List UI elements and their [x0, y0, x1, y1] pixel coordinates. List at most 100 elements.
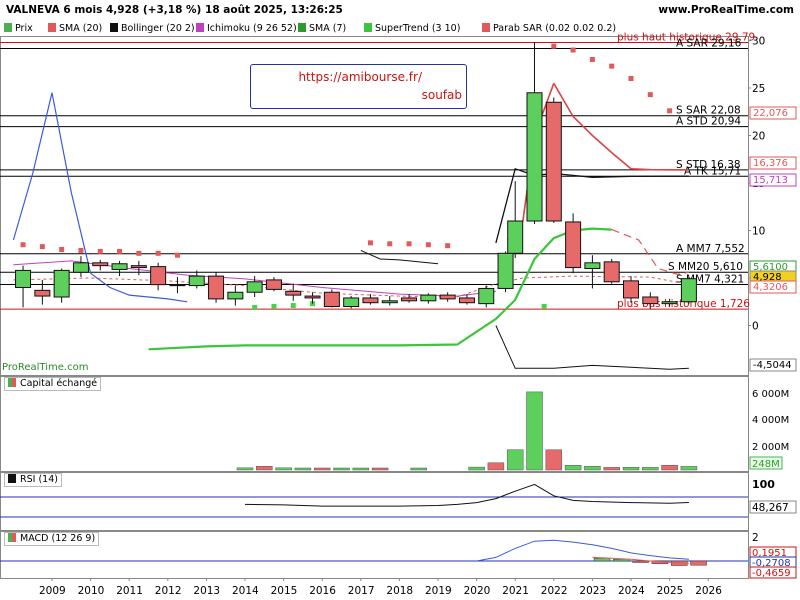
- volume-bar: [526, 391, 543, 471]
- x-tick-label: 2014: [232, 585, 259, 597]
- sar-dot: [252, 304, 258, 310]
- candle-body: [53, 269, 70, 298]
- candle-body: [661, 301, 678, 305]
- x-tick-label: 2011: [116, 585, 143, 597]
- candle-body: [188, 275, 205, 287]
- candle-body: [304, 295, 321, 299]
- sar-dot: [367, 240, 373, 246]
- x-tick-label: 2016: [309, 585, 336, 597]
- rsi-last-label: 48,267: [752, 502, 789, 514]
- volume-y-tick: 4 000M: [752, 415, 789, 426]
- value-label: -4,5044: [753, 360, 792, 371]
- value-label: 4,3206: [753, 282, 788, 293]
- sar-dot: [59, 247, 65, 252]
- volume-bar: [642, 467, 659, 471]
- rsi-y-tick: 100: [752, 478, 775, 491]
- candle-body: [603, 261, 620, 283]
- volume-bar: [622, 467, 640, 471]
- candle-body: [150, 266, 167, 286]
- annotation-box: https://amibourse.fr/ soufab: [250, 64, 467, 109]
- x-tick-label: 2021: [502, 585, 529, 597]
- price-y-tick: 25: [752, 83, 765, 95]
- candle-body: [584, 262, 601, 269]
- price-y-tick: 20: [752, 131, 765, 143]
- candle-body: [111, 263, 128, 270]
- macd-y-tick: 2: [752, 532, 759, 544]
- volume-bar: [584, 465, 601, 471]
- volume-swatch-icon: [8, 378, 16, 387]
- panel-frame: [0, 531, 749, 579]
- candle-body: [420, 294, 437, 302]
- sar-dot: [20, 242, 26, 248]
- volume-bar: [294, 467, 312, 471]
- volume-bar: [371, 467, 389, 471]
- value-label: 22,076: [753, 108, 788, 119]
- candle-body: [208, 275, 225, 300]
- x-tick-label: 2018: [386, 585, 413, 597]
- candle-body: [381, 300, 398, 304]
- x-tick-label: 2025: [657, 585, 684, 597]
- volume-bar: [564, 464, 582, 471]
- volume-y-tick: 6 000M: [752, 389, 789, 400]
- volume-bar: [236, 467, 254, 471]
- volume-bar: [275, 467, 292, 471]
- volume-y-tick: 2 000M: [752, 442, 789, 453]
- volume-bar: [680, 466, 698, 471]
- candle-body: [92, 262, 109, 267]
- volume-bar: [661, 464, 678, 471]
- x-tick-label: 2026: [695, 585, 722, 597]
- candle-body: [642, 296, 659, 305]
- candle-body: [623, 280, 639, 299]
- level-label: A STD 20,94: [676, 116, 741, 128]
- sar-dot: [589, 57, 595, 62]
- volume-bar: [256, 465, 273, 471]
- candle-body: [545, 101, 562, 222]
- x-tick-label: 2023: [579, 585, 606, 597]
- rsi-swatch-icon: [8, 474, 16, 483]
- x-tick-label: 2024: [618, 585, 645, 597]
- candle-body: [343, 297, 360, 308]
- candle-body: [285, 290, 302, 296]
- x-tick-label: 2012: [155, 585, 182, 597]
- candle-body: [72, 262, 89, 273]
- level-label: A TK 15,71: [684, 165, 741, 177]
- volume-panel-title: Capital échangé: [4, 377, 102, 391]
- volume-bar: [410, 467, 427, 471]
- macd-histogram-bar: [632, 560, 649, 563]
- level-label: A SAR 29,16: [676, 37, 742, 49]
- annotation-author: soufab: [421, 88, 462, 102]
- price-y-tick: 10: [752, 226, 765, 238]
- candle-body: [439, 294, 456, 300]
- macd-swatch-icon: [8, 533, 16, 542]
- sar-dot: [425, 242, 431, 248]
- candle-body: [246, 281, 263, 293]
- x-tick-label: 2017: [348, 585, 375, 597]
- sar-dot: [155, 250, 161, 256]
- candle-body: [323, 291, 340, 307]
- volume-bar: [603, 467, 620, 471]
- candle-body: [458, 297, 475, 304]
- sar-dot: [78, 247, 84, 253]
- sar-dot: [667, 108, 673, 114]
- value-label: 15,713: [753, 175, 788, 186]
- candle-body: [478, 287, 495, 305]
- annotation-url[interactable]: https://amibourse.fr/: [298, 70, 422, 84]
- candle-body: [15, 269, 32, 288]
- volume-bar: [468, 466, 485, 471]
- sar-dot: [136, 250, 142, 256]
- candle-body: [227, 291, 244, 300]
- x-tick-label: 2020: [464, 585, 491, 597]
- volume-bar: [313, 467, 331, 471]
- sar-dot: [97, 248, 103, 254]
- sar-dot: [271, 304, 277, 309]
- rsi-panel-title: RSI (14): [4, 473, 62, 487]
- sar-dot: [609, 63, 615, 69]
- candle-body: [497, 252, 514, 289]
- sar-dot: [570, 47, 576, 53]
- volume-last-label: 248M: [752, 459, 780, 470]
- value-label: 16,376: [753, 158, 788, 169]
- sar-dot: [117, 248, 123, 254]
- candle-body: [169, 284, 186, 287]
- sar-dot: [290, 303, 296, 309]
- sar-dot: [647, 92, 653, 98]
